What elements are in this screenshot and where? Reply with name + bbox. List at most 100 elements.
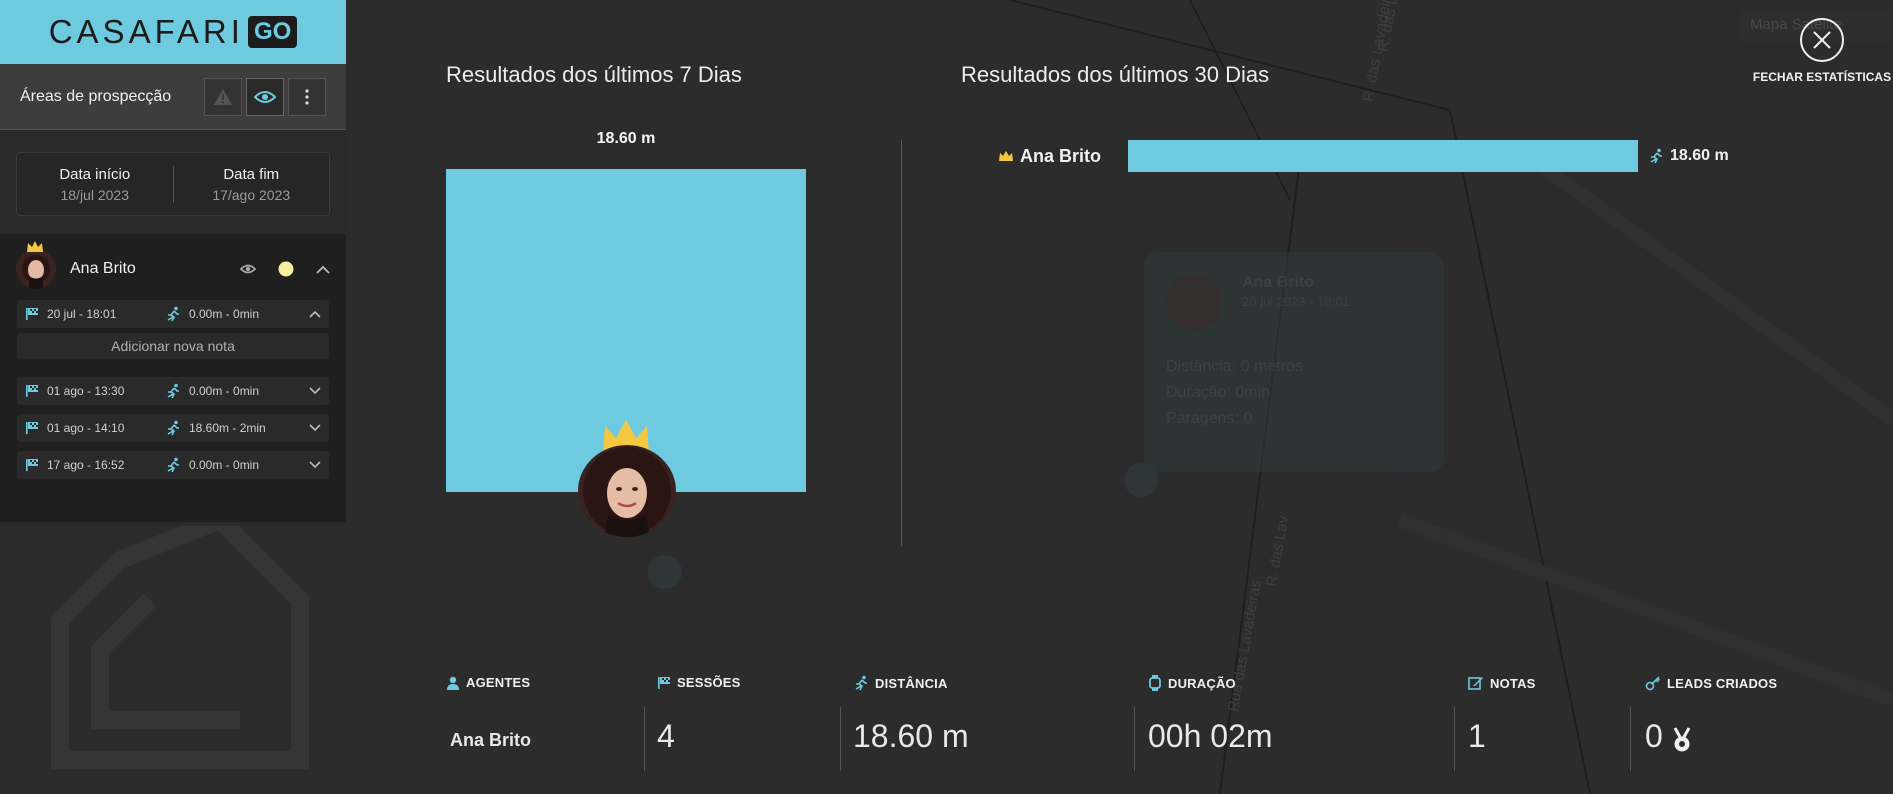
popup-distance: Distância: 0 metros [1166, 358, 1303, 375]
warning-icon [214, 88, 232, 105]
agent-visibility-toggle[interactable] [240, 264, 256, 274]
bar-30-days-ana-brito [1128, 140, 1638, 172]
session-distance: 0.00m - 0min [189, 384, 260, 398]
summary-separator [1454, 707, 1455, 771]
agent-collapse-button[interactable] [316, 265, 330, 274]
close-stats-button[interactable] [1800, 18, 1844, 62]
summary-leads-label: LEADS CRIADOS [1667, 675, 1778, 691]
chart-7-days-title: Resultados dos últimos 7 Dias [446, 62, 742, 87]
summary-leads-header: LEADS CRIADOS [1645, 675, 1777, 691]
summary-sessions-value: 4 [657, 718, 675, 754]
bar-data-label: 18.60 m [1670, 147, 1729, 164]
avatar [16, 249, 56, 289]
summary-distance-header: DISTÂNCIA [853, 675, 948, 691]
avatar-image [578, 445, 676, 537]
session-distance: 18.60m - 2min [189, 421, 266, 435]
eye-icon [240, 264, 256, 274]
session-row[interactable]: 01 ago - 13:30 0.00m - 0min [17, 377, 329, 405]
chevron-down-icon[interactable] [309, 387, 321, 395]
date-end-value: 17/ago 2023 [212, 186, 291, 203]
summary-separator [1134, 707, 1135, 771]
logo-bar: CASAFARI GO [0, 0, 346, 64]
areas-bar: Áreas de prospecção [0, 64, 346, 130]
charts-divider [901, 140, 902, 546]
logo-badge: GO [247, 16, 298, 48]
user-icon [447, 676, 459, 690]
map-session-popup: Ana Brito 20 jul 2023 - 18:01 Distância:… [1144, 252, 1444, 472]
warning-button[interactable] [204, 77, 242, 116]
chevron-down-icon[interactable] [309, 424, 321, 432]
color-dot-icon [278, 261, 294, 277]
popup-stops: Paragens: 0 [1166, 410, 1253, 427]
summary-separator [644, 707, 645, 771]
bar-30-days-agent-name: Ana Brito [1020, 145, 1101, 166]
visibility-button[interactable] [246, 77, 284, 116]
close-icon [1813, 31, 1831, 49]
popup-duration: Duração: 0min [1166, 384, 1271, 401]
session-row[interactable]: 17 ago - 16:52 0.00m - 0min [17, 451, 329, 479]
summary-leads-value: 0 [1645, 718, 1663, 754]
session-date: 17 ago - 16:52 [47, 458, 125, 472]
summary-distance-label: DISTÂNCIA [875, 675, 948, 691]
agent-header[interactable]: Ana Brito [0, 241, 346, 296]
session-row[interactable]: 20 jul - 18:01 0.00m - 0min [17, 300, 329, 328]
runner-icon [167, 306, 179, 322]
runner-icon [1650, 148, 1662, 164]
date-start[interactable]: Data início 18/jul 2023 [17, 165, 174, 203]
date-start-label: Data início [59, 165, 131, 183]
summary-notes-label: NOTAS [1490, 675, 1536, 691]
runner-icon [167, 420, 179, 436]
avatar [578, 445, 676, 537]
summary-agents-label: AGENTES [466, 675, 531, 690]
agent-panel: Ana Brito 20 jul - 18:01 0.00m - 0min Ad… [0, 234, 346, 522]
chevron-up-icon[interactable] [309, 310, 321, 318]
kebab-menu-icon [305, 88, 309, 105]
session-row[interactable]: 01 ago - 14:10 18.60m - 2min [17, 414, 329, 442]
date-end[interactable]: Data fim 17/ago 2023 [174, 166, 330, 203]
avatar-image [16, 249, 56, 289]
summary-duration-header: DURAÇÃO [1148, 675, 1236, 691]
summary-duration-value: 00h 02m [1148, 718, 1273, 754]
agent-color-dot[interactable] [278, 261, 294, 277]
runner-icon [167, 457, 179, 473]
bar-30-days-row: Ana Brito 18.60 m [998, 140, 1729, 172]
summary-sessions-label: SESSÕES [677, 675, 741, 690]
date-end-label: Data fim [223, 165, 280, 183]
summary-agents-value: Ana Brito [450, 730, 531, 750]
key-icon [1645, 676, 1661, 691]
flag-icon [658, 676, 670, 689]
session-date: 20 jul - 18:01 [47, 307, 117, 321]
popup-agent-name: Ana Brito [1242, 274, 1314, 291]
summary-agents-header: AGENTES [446, 675, 530, 690]
summary-separator [1630, 707, 1631, 771]
bar-30-days-category: Ana Brito [998, 146, 1128, 167]
medal-icon [1673, 727, 1691, 752]
agent-name: Ana Brito [70, 260, 136, 277]
chevron-up-icon [316, 265, 330, 274]
summary-notes-header: NOTAS [1468, 675, 1536, 691]
map-flag-pin[interactable] [648, 555, 682, 589]
runner-icon [855, 675, 867, 691]
map-flag-pin[interactable] [1124, 463, 1158, 497]
chart-30-days-title: Resultados dos últimos 30 Dias [961, 62, 1270, 87]
date-start-value: 18/jul 2023 [60, 186, 129, 203]
chevron-down-icon[interactable] [309, 461, 321, 469]
more-options-button[interactable] [288, 77, 326, 116]
popup-avatar [1166, 274, 1222, 330]
summary-separator [840, 707, 841, 771]
flag-icon [26, 459, 38, 471]
session-distance: 0.00m - 0min [189, 307, 260, 321]
summary-distance-value: 18.60 m [853, 718, 969, 754]
popup-session-date: 20 jul 2023 - 18:01 [1242, 294, 1350, 309]
summary-sessions-header: SESSÕES [657, 675, 741, 690]
date-range[interactable]: Data início 18/jul 2023 Data fim 17/ago … [16, 152, 330, 216]
session-date: 01 ago - 13:30 [47, 384, 125, 398]
close-stats-label[interactable]: FECHAR ESTATÍSTICAS [1752, 70, 1892, 84]
add-note-button[interactable]: Adicionar nova nota [17, 333, 329, 359]
flag-icon [26, 308, 38, 320]
session-distance: 0.00m - 0min [189, 458, 260, 472]
flag-icon [26, 385, 38, 397]
edit-note-icon [1468, 677, 1483, 690]
logo-text: CASAFARI [48, 13, 244, 50]
session-date: 01 ago - 14:10 [47, 421, 125, 435]
